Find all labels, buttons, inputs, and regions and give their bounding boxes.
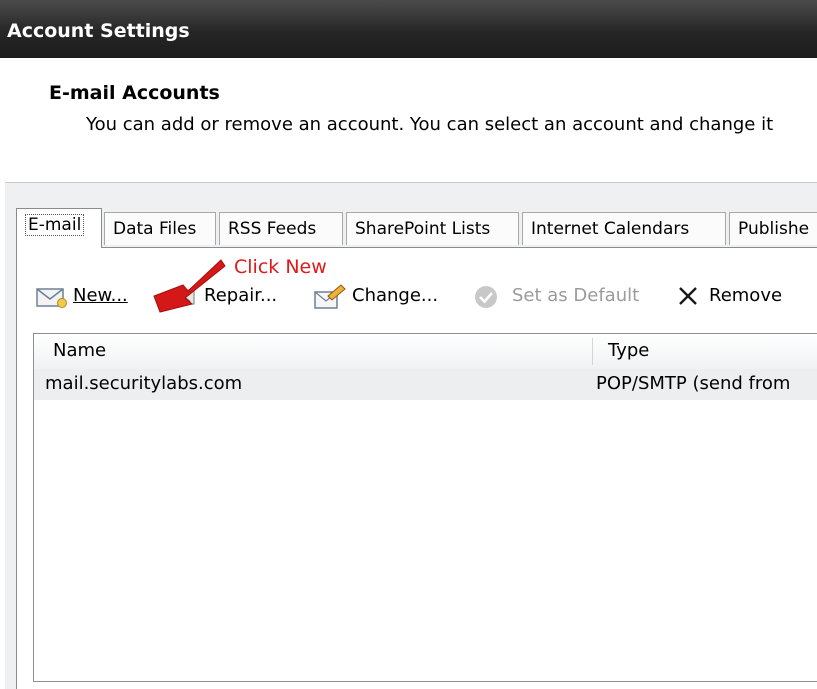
checkmark-circle-icon [475,286,497,308]
tab-data-files[interactable]: Data Files [104,212,216,245]
new-button-label: New... [73,285,128,306]
remove-button[interactable]: Remove [676,281,796,311]
tab-rss-feeds[interactable]: RSS Feeds [219,212,343,245]
set-as-default-label: Set as Default [512,285,640,306]
tab-published-calendars[interactable]: Publishe [729,212,817,245]
title-bar: Account Settings [0,0,817,58]
x-icon [679,287,697,305]
tab-published-calendars-label: Publishe [738,219,810,239]
tab-internet-calendars-label: Internet Calendars [531,219,690,239]
account-type-cell: POP/SMTP (send from [596,373,791,394]
column-divider[interactable] [592,338,593,365]
account-name-cell: mail.securitylabs.com [45,373,243,394]
tab-email[interactable]: E-mail [16,208,102,248]
section-description: You can add or remove an account. You ca… [86,114,774,135]
annotation-label: Click New [234,256,327,278]
window-title: Account Settings [7,20,190,42]
tab-internet-calendars[interactable]: Internet Calendars [522,212,726,245]
envelope-new-icon [36,288,67,308]
new-button[interactable]: New... [35,281,150,311]
tab-data-files-label: Data Files [113,219,197,239]
tab-email-label: E-mail [25,214,85,236]
column-header-type[interactable]: Type [608,340,649,361]
tab-rss-feeds-label: RSS Feeds [228,219,317,239]
tab-sharepoint-lists[interactable]: SharePoint Lists [346,212,519,245]
annotation-arrow-icon [153,259,226,313]
column-header-name[interactable]: Name [53,340,106,361]
remove-button-label: Remove [709,285,783,306]
set-as-default-button[interactable]: Set as Default [474,281,652,311]
change-button-label: Change... [352,285,439,306]
table-row[interactable]: mail.securitylabs.com POP/SMTP (send fro… [34,369,817,400]
change-button[interactable]: Change... [313,281,451,311]
change-icon [314,284,346,309]
tab-sharepoint-lists-label: SharePoint Lists [355,219,491,239]
section-title: E-mail Accounts [49,82,220,104]
list-column-header: Name Type [34,334,817,370]
